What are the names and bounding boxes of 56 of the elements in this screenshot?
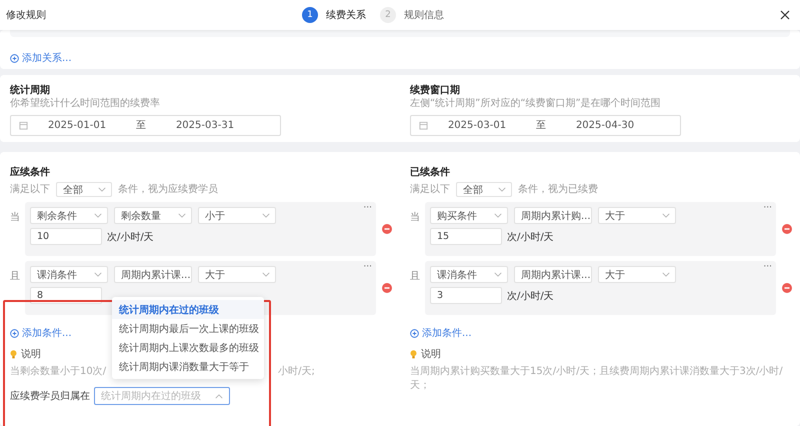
- more-button[interactable]: ···: [763, 204, 772, 213]
- condition-select[interactable]: 大于: [598, 266, 676, 283]
- condition-select[interactable]: 周期内累计购...: [514, 207, 592, 224]
- dropdown-option[interactable]: 统计周期内课消数量大于等于: [112, 357, 264, 376]
- unit-label: 次/小时/天: [507, 290, 554, 302]
- date-range-field[interactable]: 2025-03-01 至 2025-04-30: [410, 114, 681, 136]
- dropdown-option[interactable]: 统计周期内在过的班级: [112, 300, 264, 319]
- note-text: 当周期内累计购买数量大于15次/小时/天；且续费周期内累计课消数量大于3次/小时/天；: [410, 364, 784, 392]
- dropdown-option[interactable]: 统计周期内上课次数最多的班级: [112, 338, 264, 357]
- add-condition-link[interactable]: 添加条件...: [410, 326, 472, 340]
- condition-select[interactable]: 周期内累计课...: [514, 266, 592, 283]
- note-text: 当剩余数量小于10次/: [10, 364, 106, 378]
- condition-select[interactable]: 购买条件: [430, 207, 508, 224]
- step-tab[interactable]: 2 规则信息: [380, 7, 444, 23]
- condition-suffix: 条件，视为应续费学员: [118, 183, 218, 196]
- step-tab[interactable]: 1 续费关系: [302, 7, 366, 23]
- more-button[interactable]: ···: [363, 204, 372, 213]
- dropdown-option[interactable]: 统计周期内最后一次上课的班级: [112, 319, 264, 338]
- dialog-title: 修改规则: [6, 9, 46, 22]
- more-button[interactable]: ···: [763, 263, 772, 272]
- note-text: 小时/天;: [278, 364, 315, 378]
- ownership-label: 应续费学员归属在: [10, 390, 90, 403]
- connector-label: 且: [10, 270, 21, 283]
- connector-label: 当: [10, 210, 21, 224]
- match-select[interactable]: 全部: [56, 182, 112, 197]
- date-range-field[interactable]: 2025-01-01 至 2025-03-31: [10, 114, 281, 136]
- add-condition-link[interactable]: 添加条件...: [10, 326, 72, 340]
- condition-suffix: 条件，视为已续费: [518, 183, 598, 196]
- condition-select[interactable]: 剩余数量: [114, 207, 192, 224]
- unit-label: 次/小时/天: [507, 230, 554, 244]
- value-input[interactable]: 15: [430, 228, 502, 245]
- condition-select[interactable]: 大于: [598, 207, 676, 224]
- section-hint: 你希望统计什么时间范围的续费率: [10, 96, 160, 110]
- condition-prefix: 满足以下: [410, 183, 450, 196]
- condition-select[interactable]: 大于: [198, 266, 276, 283]
- section-title: 统计周期: [10, 84, 50, 97]
- condition-select[interactable]: 剩余条件: [30, 207, 108, 224]
- section-title: 续费窗口期: [410, 84, 460, 97]
- value-input[interactable]: 10: [30, 228, 102, 245]
- connector-label: 且: [410, 270, 421, 283]
- add-relation-link[interactable]: 添加关系...: [10, 51, 72, 65]
- condition-prefix: 满足以下: [10, 183, 50, 196]
- condition-select[interactable]: 周期内累计课...: [114, 266, 192, 283]
- condition-select[interactable]: 课消条件: [30, 266, 108, 283]
- note-title: 说明: [421, 348, 441, 361]
- condition-select[interactable]: 小于: [198, 207, 276, 224]
- match-select[interactable]: 全部: [456, 182, 512, 197]
- connector-label: 当: [410, 210, 421, 224]
- section-title: 应续条件: [10, 166, 50, 179]
- section-hint: 左侧“统计周期”所对应的“续费窗口期”是在哪个时间范围: [410, 96, 661, 110]
- condition-select[interactable]: 课消条件: [430, 266, 508, 283]
- section-title: 已续条件: [410, 166, 450, 179]
- note-title: 说明: [21, 348, 41, 361]
- more-button[interactable]: ···: [363, 263, 372, 272]
- unit-label: 次/小时/天: [107, 230, 154, 244]
- value-input[interactable]: 3: [430, 287, 502, 304]
